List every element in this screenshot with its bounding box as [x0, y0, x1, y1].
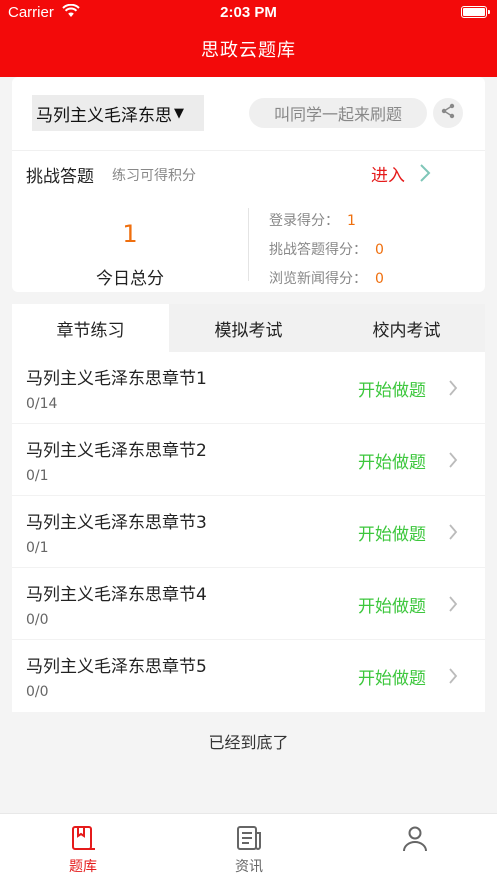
score-login-value: 1 — [347, 213, 356, 229]
start-quiz-button[interactable]: 开始做题 — [358, 376, 426, 401]
chapter-progress: 0/1 — [26, 540, 49, 556]
today-total-score: 1 — [122, 220, 138, 248]
tabbar-label: 题库 — [69, 859, 97, 875]
challenge-subtitle: 练习可得积分 — [112, 168, 196, 184]
today-total-label: 今日总分 — [96, 269, 164, 289]
challenge-title: 挑战答题 — [26, 167, 94, 187]
challenge-enter-link[interactable]: 进入 — [371, 161, 405, 186]
chevron-right-icon — [448, 595, 458, 617]
score-divider — [248, 208, 249, 281]
chevron-right-icon — [448, 667, 458, 689]
score-challenge-label: 挑战答题得分： — [269, 242, 367, 258]
list-item[interactable]: 马列主义毛泽东思章节5 0/0 开始做题 — [12, 640, 485, 712]
chapter-progress: 0/14 — [26, 396, 58, 412]
status-time: 2:03 PM — [220, 4, 277, 21]
score-login-label: 登录得分： — [269, 213, 339, 229]
chapter-title: 马列主义毛泽东思章节4 — [26, 585, 207, 605]
share-button[interactable] — [433, 98, 463, 128]
app-header: Carrier 2:03 PM 思政云题库 — [0, 0, 497, 77]
tabbar-item-news[interactable]: 资讯 — [166, 814, 332, 883]
chevron-right-icon — [448, 451, 458, 473]
invite-classmates-button[interactable]: 叫同学一起来刷题 — [249, 98, 427, 128]
chapter-progress: 0/0 — [26, 612, 49, 628]
tabbar-item-question-bank[interactable]: 题库 — [0, 814, 166, 883]
question-bank-icon — [69, 824, 97, 856]
score-news: 浏览新闻得分： 0 — [269, 268, 384, 288]
tabbar-item-profile[interactable] — [332, 814, 497, 883]
list-item[interactable]: 马列主义毛泽东思章节2 0/1 开始做题 — [12, 424, 485, 496]
tabbar-label: 资讯 — [235, 859, 263, 875]
chevron-right-icon — [448, 379, 458, 401]
list-item[interactable]: 马列主义毛泽东思章节3 0/1 开始做题 — [12, 496, 485, 568]
start-quiz-button[interactable]: 开始做题 — [358, 448, 426, 473]
list-end-text: 已经到底了 — [208, 733, 289, 752]
chapter-title: 马列主义毛泽东思章节3 — [26, 513, 207, 533]
score-news-value: 0 — [375, 271, 384, 287]
start-quiz-button[interactable]: 开始做题 — [358, 520, 426, 545]
chapter-progress: 0/1 — [26, 468, 49, 484]
chapter-progress: 0/0 — [26, 684, 49, 700]
subject-dropdown[interactable]: 马列主义毛泽东思 ▼ — [32, 95, 204, 131]
tab-mock-exam[interactable]: 模拟考试 — [170, 304, 327, 352]
score-challenge-value: 0 — [375, 242, 384, 258]
list-item[interactable]: 马列主义毛泽东思章节1 0/14 开始做题 — [12, 352, 485, 424]
battery-icon — [461, 6, 490, 18]
score-challenge: 挑战答题得分： 0 — [269, 239, 384, 259]
card-divider — [12, 150, 485, 151]
exam-tabs: 章节练习 模拟考试 校内考试 — [12, 304, 485, 352]
chapter-title: 马列主义毛泽东思章节2 — [26, 441, 207, 461]
tab-chapter-practice[interactable]: 章节练习 — [12, 304, 169, 352]
score-login: 登录得分： 1 — [269, 210, 356, 230]
chevron-right-icon[interactable] — [419, 163, 431, 187]
chapter-title: 马列主义毛泽东思章节1 — [26, 369, 207, 389]
page-title: 思政云题库 — [201, 40, 296, 61]
dropdown-triangle-icon: ▼ — [174, 105, 184, 121]
share-icon — [440, 103, 456, 123]
bottom-tab-bar: 题库 资讯 — [0, 813, 497, 883]
news-icon — [235, 824, 263, 856]
subject-selected-label: 马列主义毛泽东思 — [36, 105, 172, 126]
chapter-list: 马列主义毛泽东思章节1 0/14 开始做题 马列主义毛泽东思章节2 0/1 开始… — [12, 352, 485, 712]
score-news-label: 浏览新闻得分： — [269, 271, 367, 287]
chevron-right-icon — [448, 523, 458, 545]
start-quiz-button[interactable]: 开始做题 — [358, 592, 426, 617]
tab-school-exam[interactable]: 校内考试 — [328, 304, 485, 352]
status-bar: Carrier 2:03 PM — [0, 0, 497, 26]
chapter-title: 马列主义毛泽东思章节5 — [26, 657, 207, 677]
list-item[interactable]: 马列主义毛泽东思章节4 0/0 开始做题 — [12, 568, 485, 640]
start-quiz-button[interactable]: 开始做题 — [358, 664, 426, 689]
summary-card: 马列主义毛泽东思 ▼ 叫同学一起来刷题 挑战答题 练习可得积分 进入 1 今日总… — [12, 77, 485, 292]
profile-icon — [401, 824, 429, 856]
